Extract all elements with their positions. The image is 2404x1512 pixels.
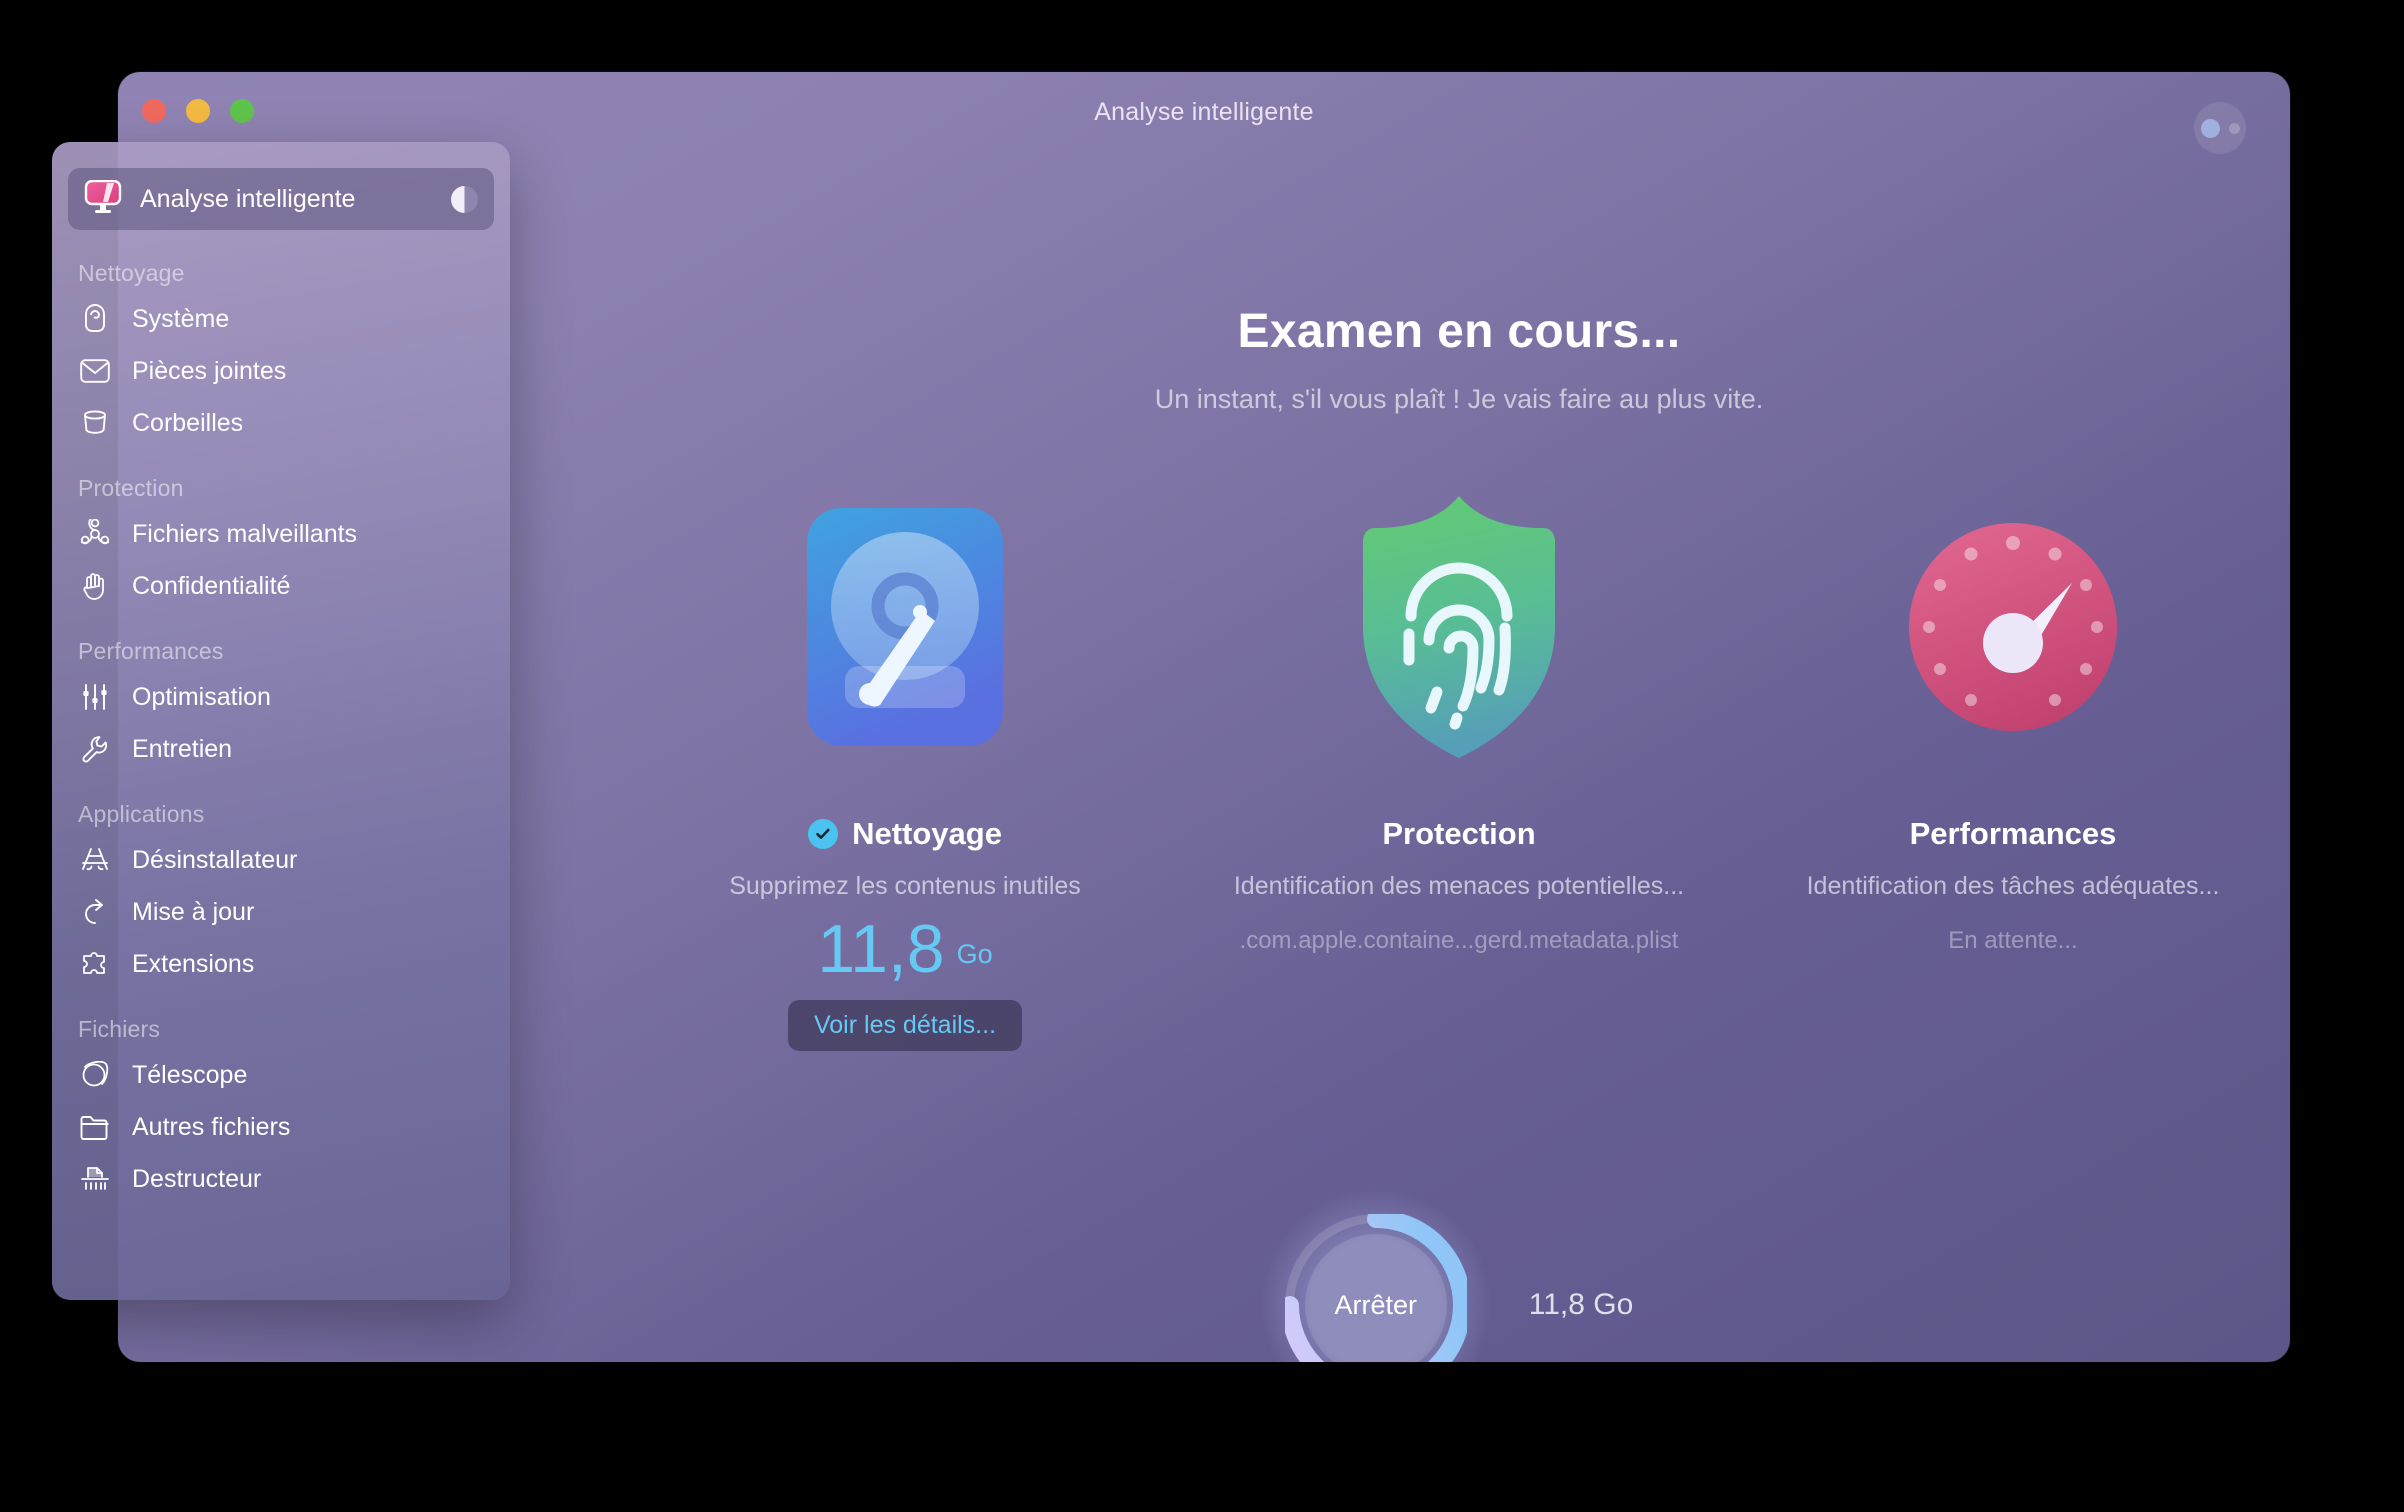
card-title-protection: Protection <box>1382 816 1535 852</box>
sidebar-item-entretien[interactable]: Entretien <box>52 723 510 775</box>
page-subtitle: Un instant, s'il vous plaît ! Je vais fa… <box>1154 384 1764 414</box>
wrench-maintenance-icon <box>78 732 112 766</box>
sidebar-item-label: Fichiers malveillants <box>132 519 358 548</box>
card-nettoyage: Nettoyage Supprimez les contenus inutile… <box>628 482 1182 1051</box>
main-content: Examen en cours... Un instant, s'il vous… <box>628 72 2290 1362</box>
speedometer-icon <box>1907 482 2119 772</box>
sidebar-group-protection: Protection <box>78 475 184 501</box>
sidebar-item-label: Analyse intelligente <box>140 184 356 213</box>
sidebar-group-performances: Performances <box>78 638 224 664</box>
updater-arrow-icon <box>78 895 112 929</box>
sidebar-item-optimisation[interactable]: Optimisation <box>52 671 510 723</box>
card-detail-performances: En attente... <box>1948 927 2078 955</box>
sidebar-group-nettoyage: Nettoyage <box>78 260 185 286</box>
biohazard-malware-icon <box>78 517 112 551</box>
shredder-icon <box>78 1162 112 1196</box>
stop-button-inner[interactable]: Arrêter <box>1304 1234 1447 1362</box>
smart-scan-monitor-icon <box>84 179 122 219</box>
sidebar-item-label: Autres fichiers <box>132 1112 291 1141</box>
sidebar-item-label: Destructeur <box>132 1164 262 1193</box>
sidebar-item-fichiers-malveillants[interactable]: Fichiers malveillants <box>52 508 510 560</box>
scan-footer: Arrêter 11,8 Go <box>628 1188 2290 1362</box>
sidebar-item-label: Télescope <box>132 1060 248 1089</box>
sidebar-item-desinstallateur[interactable]: Désinstallateur <box>52 834 510 886</box>
screen: Analyse intelligente Examen en cours... … <box>0 0 2404 1512</box>
sidebar-item-label: Entretien <box>132 734 233 763</box>
view-details-button[interactable]: Voir les détails... <box>787 999 1023 1051</box>
sidebar-item-autres-fichiers[interactable]: Autres fichiers <box>52 1101 510 1153</box>
card-subtitle-performances: Identification des tâches adéquates... <box>1806 872 2220 900</box>
sidebar: Analyse intelligente Nettoyage Système P… <box>52 142 510 1300</box>
puzzle-extensions-icon <box>78 947 112 981</box>
sidebar-item-label: Mise à jour <box>132 897 255 926</box>
card-title-text: Protection <box>1382 816 1536 851</box>
card-performances: Performances Identification des tâches a… <box>1736 482 2290 1051</box>
card-title-text: Nettoyage <box>852 816 1002 851</box>
sidebar-item-telescope[interactable]: Télescope <box>52 1049 510 1101</box>
trash-bins-icon <box>78 406 112 440</box>
sidebar-item-mise-a-jour[interactable]: Mise à jour <box>52 886 510 938</box>
sidebar-item-label: Système <box>132 304 230 333</box>
scan-cards: Nettoyage Supprimez les contenus inutile… <box>628 482 2290 1051</box>
sidebar-item-pieces-jointes[interactable]: Pièces jointes <box>52 345 510 397</box>
card-protection: Protection Identification des menaces po… <box>1182 482 1736 1051</box>
card-subtitle-nettoyage: Supprimez les contenus inutiles <box>729 872 1081 900</box>
sidebar-item-extensions[interactable]: Extensions <box>52 938 510 990</box>
sidebar-item-smart-scan[interactable]: Analyse intelligente <box>68 168 494 230</box>
shield-fingerprint-icon <box>1353 482 1565 772</box>
sidebar-item-destructeur[interactable]: Destructeur <box>52 1153 510 1205</box>
sidebar-item-confidentialite[interactable]: Confidentialité <box>52 560 510 612</box>
sidebar-group-applications: Applications <box>78 801 205 827</box>
appstore-uninstaller-icon <box>78 843 112 877</box>
sidebar-item-label: Corbeilles <box>132 408 244 437</box>
planet-space-lens-icon <box>78 1058 112 1092</box>
sidebar-item-label: Confidentialité <box>132 571 291 600</box>
cleanup-size-unit: Go <box>956 938 993 969</box>
sidebar-item-systeme[interactable]: Système <box>52 293 510 345</box>
stop-button-label: Arrêter <box>1334 1289 1417 1320</box>
total-found-size: 11,8 Go <box>1528 1288 1634 1321</box>
sliders-optimization-icon <box>78 680 112 714</box>
card-title-text: Performances <box>1909 816 2117 851</box>
sidebar-item-label: Pièces jointes <box>132 356 287 385</box>
cleanup-size-value: 11,8 <box>817 911 945 988</box>
sidebar-item-label: Optimisation <box>132 682 271 711</box>
scan-progress-badge-icon <box>451 185 478 213</box>
sidebar-item-label: Désinstallateur <box>132 845 298 874</box>
hand-privacy-icon <box>78 569 112 603</box>
mail-attachments-icon <box>78 354 112 388</box>
sidebar-item-corbeilles[interactable]: Corbeilles <box>52 397 510 449</box>
sidebar-group-fichiers: Fichiers <box>78 1016 161 1042</box>
hard-drive-icon <box>807 482 1003 772</box>
card-subtitle-protection: Identification des menaces potentielles.… <box>1233 872 1685 900</box>
page-title: Examen en cours... <box>1237 305 1681 358</box>
system-junk-icon <box>78 302 112 336</box>
folder-icon <box>78 1110 112 1144</box>
card-title-performances: Performances <box>1910 816 2117 852</box>
stop-button[interactable]: Arrêter <box>1258 1188 1493 1362</box>
check-circle-icon <box>808 819 839 849</box>
sidebar-item-label: Extensions <box>132 949 255 978</box>
cleanup-size: 11,8 Go <box>817 911 993 988</box>
card-detail-protection: .com.apple.containe...gerd.metadata.plis… <box>1239 927 1679 955</box>
card-title-nettoyage: Nettoyage <box>808 816 1002 852</box>
